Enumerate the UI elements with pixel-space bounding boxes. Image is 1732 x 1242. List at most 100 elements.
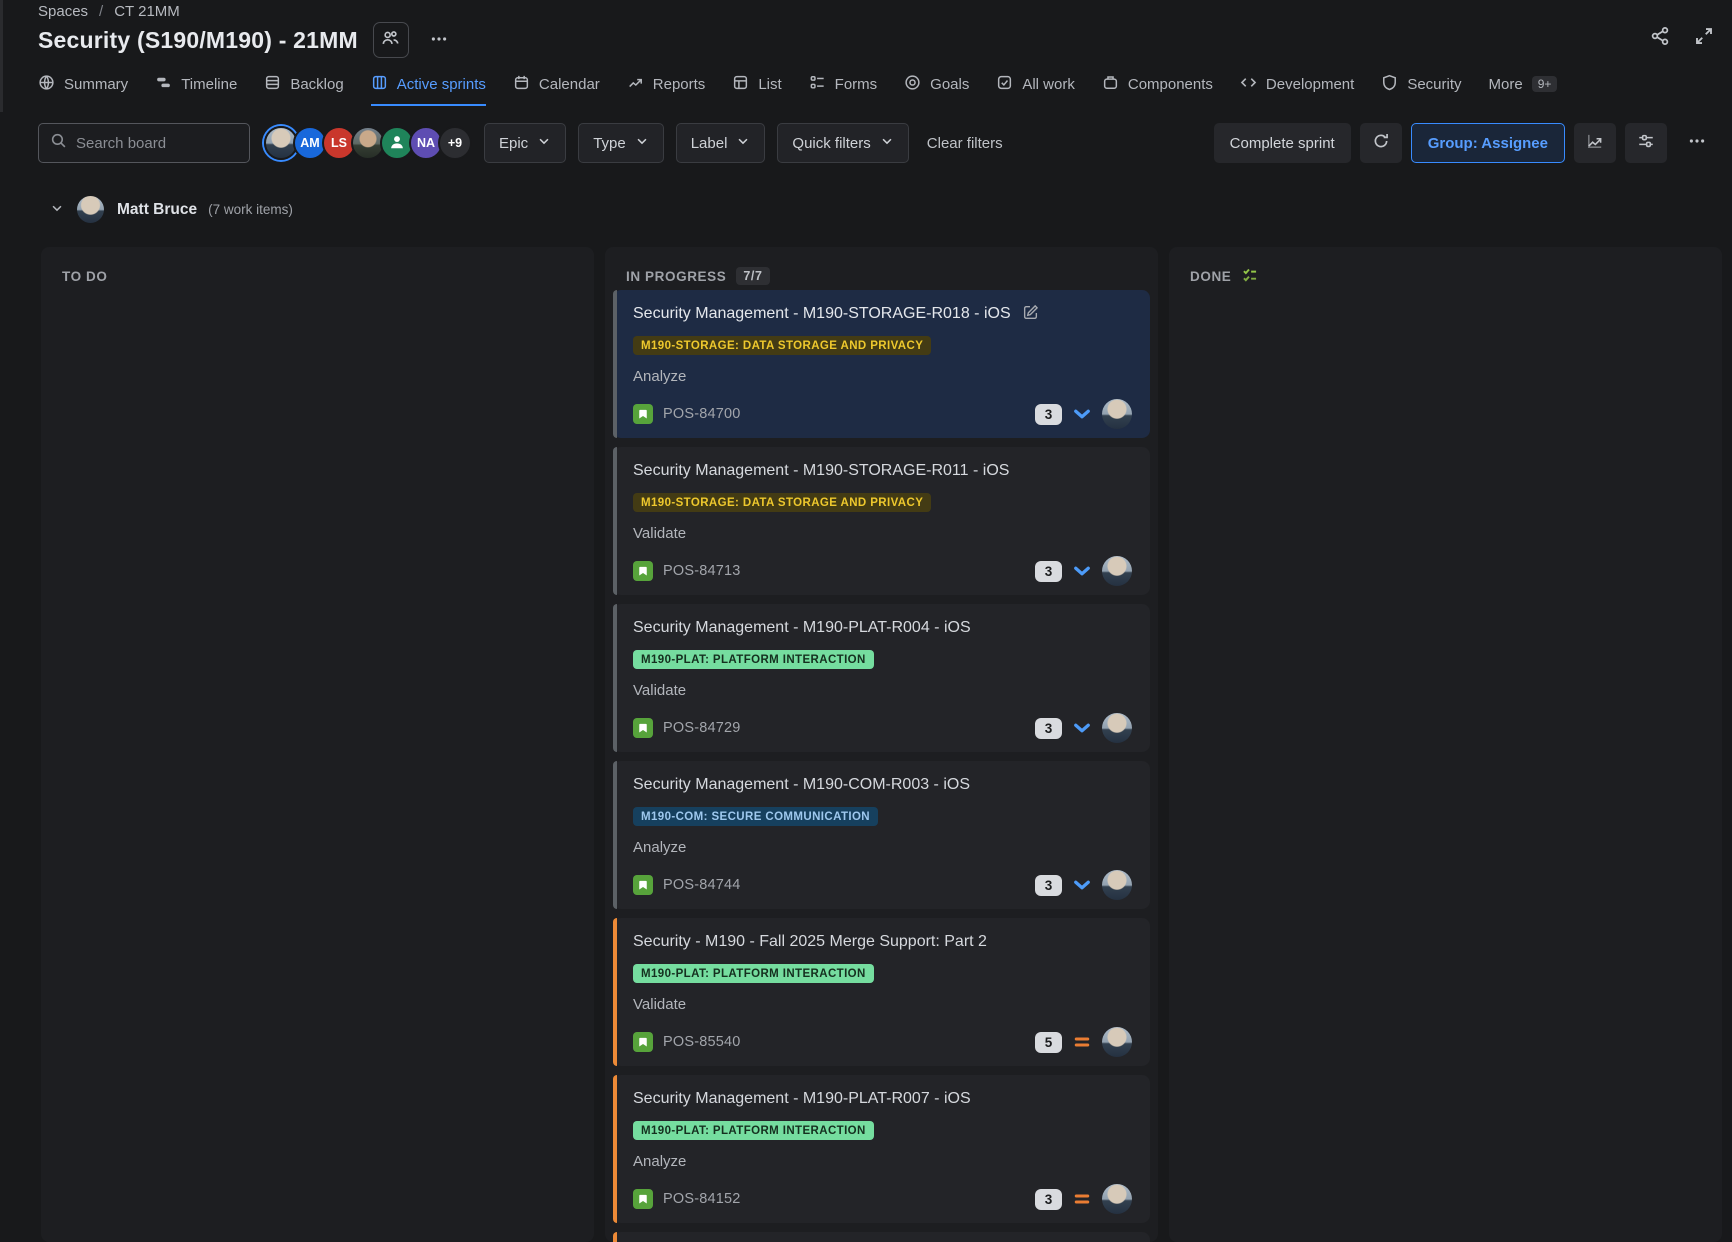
card-status-text: Validate <box>633 995 1132 1015</box>
complete-sprint-button[interactable]: Complete sprint <box>1214 123 1351 163</box>
breadcrumb-spaces[interactable]: Spaces <box>38 3 88 20</box>
clear-filters-button[interactable]: Clear filters <box>927 135 1003 152</box>
tab-label: Forms <box>835 76 878 93</box>
column-title: DONE <box>1190 269 1231 284</box>
issue-card[interactable]: Security Management - M190-STORAGE-R018 … <box>613 290 1150 438</box>
breadcrumb-project[interactable]: CT 21MM <box>114 3 180 20</box>
forms-icon <box>809 74 826 95</box>
story-points-badge[interactable]: 5 <box>1035 1032 1062 1053</box>
story-type-icon <box>633 561 653 581</box>
tab-backlog[interactable]: Backlog <box>264 64 343 106</box>
tab-label: Security <box>1407 76 1461 93</box>
card-title-text: Security Management - M190-COM-R003 - iO… <box>633 775 970 795</box>
card-title: Security Management - M190-PLAT-R004 - i… <box>633 618 1132 638</box>
tab-development[interactable]: Development <box>1240 64 1354 106</box>
backlog-icon <box>264 74 281 95</box>
edit-summary-button[interactable] <box>1022 304 1039 324</box>
epic-label-chip: M190-PLAT: PLATFORM INTERACTION <box>633 964 874 983</box>
tab-security[interactable]: Security <box>1381 64 1461 106</box>
issue-key: POS-85540 <box>663 1034 741 1050</box>
search-board <box>38 123 250 163</box>
sidebar-edge <box>0 0 3 112</box>
fullscreen-button[interactable] <box>1694 26 1714 49</box>
type-filter-button[interactable]: Type <box>578 123 664 163</box>
breadcrumb: Spaces / CT 21MM <box>38 3 180 20</box>
story-points-badge[interactable]: 3 <box>1035 561 1062 582</box>
tab-list[interactable]: List <box>732 64 781 106</box>
card-accent-bar <box>613 1232 617 1242</box>
issue-card[interactable]: Security - M190 - Fall 2025 Merge Suppor… <box>613 918 1150 1066</box>
checklist-icon <box>1241 266 1259 287</box>
issue-card[interactable]: Security Management - M190-COM-R003 - iO… <box>613 761 1150 909</box>
quick-filters-button[interactable]: Quick filters <box>777 123 908 163</box>
card-footer-right: 3 <box>1035 713 1132 743</box>
assignee-avatar[interactable] <box>1102 1184 1132 1214</box>
assignee-avatar[interactable] <box>1102 556 1132 586</box>
card-status-text: Analyze <box>633 838 1132 858</box>
board-more-button[interactable] <box>1676 123 1718 163</box>
column-header: DONE <box>1169 247 1722 290</box>
epic-label-chip: M190-COM: SECURE COMMUNICATION <box>633 807 878 826</box>
card-accent-bar <box>613 1075 617 1223</box>
tab-more[interactable]: More 9+ <box>1489 64 1558 106</box>
story-points-badge[interactable]: 3 <box>1035 875 1062 896</box>
board-actions: Complete sprint Group: Assignee <box>1214 123 1718 163</box>
sprint-board: TO DOIN PROGRESS7/7Security Management -… <box>41 247 1722 1242</box>
chevron-down-icon <box>736 134 750 152</box>
tab-label: More <box>1489 76 1523 93</box>
priority-medium-icon <box>1072 1032 1092 1052</box>
share-button[interactable] <box>1650 26 1670 49</box>
story-points-badge[interactable]: 3 <box>1035 404 1062 425</box>
issue-card[interactable]: Security Management - M190-PLAT-R007 - i… <box>613 1075 1150 1223</box>
header-more-button[interactable] <box>424 24 454 57</box>
check-square-icon <box>996 74 1013 95</box>
issue-card[interactable] <box>613 1232 1150 1242</box>
tab-timeline[interactable]: Timeline <box>155 64 237 106</box>
tab-label: Calendar <box>539 76 600 93</box>
tab-summary[interactable]: Summary <box>38 64 128 106</box>
tab-label: Development <box>1266 76 1354 93</box>
view-settings-button[interactable] <box>1625 123 1667 163</box>
card-title-text: Security Management - M190-STORAGE-R018 … <box>633 304 1011 324</box>
globe-icon <box>38 74 55 95</box>
insights-button[interactable] <box>1574 123 1616 163</box>
tab-goals[interactable]: Goals <box>904 64 969 106</box>
collaborators-button[interactable] <box>373 22 409 58</box>
tab-components[interactable]: Components <box>1102 64 1213 106</box>
epic-label-chip: M190-STORAGE: DATA STORAGE AND PRIVACY <box>633 493 931 512</box>
tab-label: Active sprints <box>397 76 486 93</box>
tab-calendar[interactable]: Calendar <box>513 64 600 106</box>
loop-arrow-icon <box>1372 132 1390 154</box>
story-points-badge[interactable]: 3 <box>1035 1189 1062 1210</box>
card-footer: POS-841523 <box>633 1184 1132 1214</box>
story-points-badge[interactable]: 3 <box>1035 718 1062 739</box>
collapse-group-button[interactable] <box>50 201 64 218</box>
epic-filter-button[interactable]: Epic <box>484 123 566 163</box>
issue-card[interactable]: Security Management - M190-PLAT-R004 - i… <box>613 604 1150 752</box>
feedback-button[interactable] <box>1360 123 1402 163</box>
search-input[interactable] <box>76 135 238 152</box>
issue-card[interactable]: Security Management - M190-STORAGE-R011 … <box>613 447 1150 595</box>
tab-bar: Summary Timeline Backlog Active sprints Cale… <box>38 64 1557 106</box>
more-tabs-count-badge: 9+ <box>1532 76 1558 92</box>
assignee-avatar[interactable] <box>1102 1027 1132 1057</box>
avatar-overflow-count[interactable]: +9 <box>438 126 472 160</box>
tab-active-sprints[interactable]: Active sprints <box>371 64 486 106</box>
priority-low-icon <box>1072 718 1092 738</box>
sliders-icon <box>1637 132 1655 154</box>
tab-label: Reports <box>653 76 706 93</box>
tab-label: Goals <box>930 76 969 93</box>
label-filter-button[interactable]: Label <box>676 123 766 163</box>
timeline-icon <box>155 74 172 95</box>
tab-forms[interactable]: Forms <box>809 64 878 106</box>
assignee-avatar-stack: AMLSNA+9 <box>264 126 472 160</box>
priority-low-icon <box>1072 404 1092 424</box>
target-icon <box>904 74 921 95</box>
group-by-button[interactable]: Group: Assignee <box>1411 123 1565 163</box>
tab-reports[interactable]: Reports <box>627 64 706 106</box>
assignee-avatar[interactable] <box>1102 713 1132 743</box>
assignee-avatar[interactable] <box>1102 870 1132 900</box>
tab-all-work[interactable]: All work <box>996 64 1075 106</box>
assignee-avatar[interactable] <box>1102 399 1132 429</box>
people-icon <box>381 29 400 51</box>
